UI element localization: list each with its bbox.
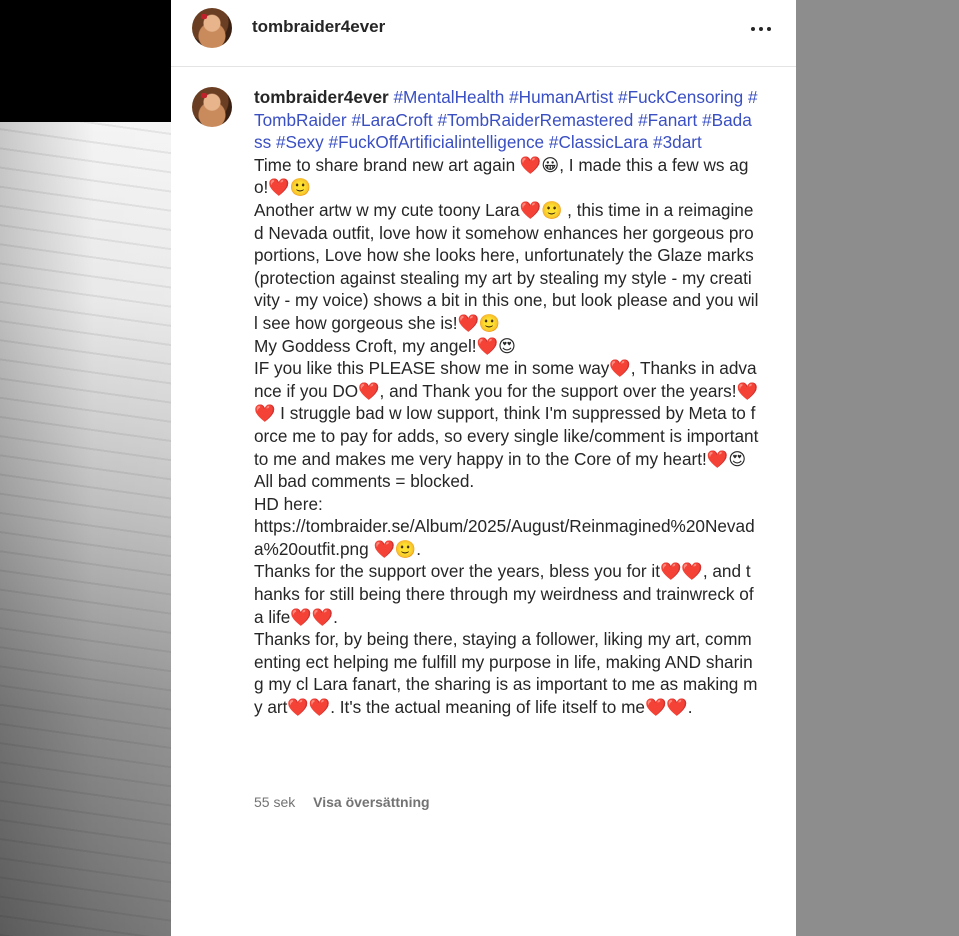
- author-avatar[interactable]: [192, 8, 232, 48]
- comment-avatar[interactable]: [192, 87, 232, 127]
- hashtag-link[interactable]: #ClassicLara: [549, 132, 648, 152]
- comments-panel: tombraider4ever tombraider4ever #MentalH…: [171, 0, 796, 936]
- comment-meta: 55 sek Visa översättning: [254, 794, 430, 810]
- media-letterbox: [0, 0, 171, 122]
- author-username[interactable]: tombraider4ever: [252, 17, 385, 37]
- avatar-bow: [201, 93, 207, 98]
- hashtag-link[interactable]: #3dart: [653, 132, 702, 152]
- comment-timestamp: 55 sek: [254, 794, 296, 810]
- hashtag-link[interactable]: #LaraCroft: [351, 110, 432, 130]
- more-horizontal-icon[interactable]: [749, 17, 773, 41]
- hashtag-link[interactable]: #TombRaiderRemastered: [437, 110, 633, 130]
- post-header: tombraider4ever: [171, 0, 796, 67]
- hashtag-link[interactable]: #FuckCensoring: [618, 87, 743, 107]
- hashtag-link[interactable]: #FuckOffArtificialintelligence: [329, 132, 545, 152]
- comment-username[interactable]: tombraider4ever: [254, 87, 389, 107]
- caption-comment: tombraider4ever #MentalHealth #HumanArti…: [254, 86, 759, 719]
- viewer-stage: tombraider4ever tombraider4ever #MentalH…: [0, 0, 959, 936]
- comment-body: Time to share brand new art again ❤️😀, I…: [254, 154, 759, 718]
- hashtag-link[interactable]: #HumanArtist: [509, 87, 613, 107]
- overlay-backdrop[interactable]: [796, 0, 959, 936]
- post-image[interactable]: [0, 122, 171, 936]
- avatar-bow: [201, 14, 207, 19]
- hashtag-link[interactable]: #Fanart: [638, 110, 697, 130]
- hashtag-link[interactable]: #MentalHealth: [393, 87, 504, 107]
- see-translation-button[interactable]: Visa översättning: [313, 794, 429, 810]
- hashtag-link[interactable]: #Sexy: [276, 132, 324, 152]
